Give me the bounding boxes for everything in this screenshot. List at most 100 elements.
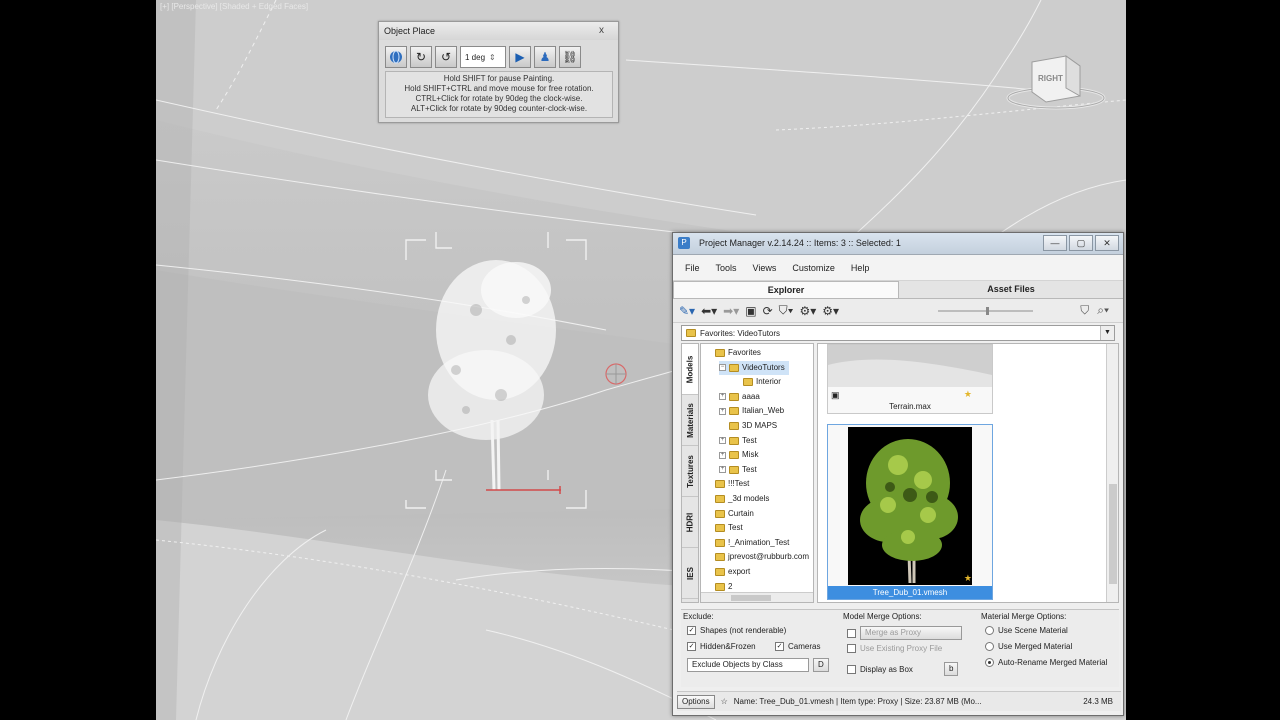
tree-item-label: 3D MAPS [742,421,778,430]
expand-icon[interactable]: + [719,393,726,401]
thumbnail-card-selected[interactable]: ★ Tree_Dub_01.vmesh [827,424,993,600]
pm-titlebar[interactable]: P Project Manager v.2.14.24 :: Items: 3 … [673,233,1123,255]
viewcube-face-label[interactable]: RIGHT [1038,74,1063,83]
tree-item[interactable]: export [705,565,750,579]
cameras-checkbox[interactable]: ✓ Cameras [775,642,820,651]
object-place-titlebar[interactable]: Object Place x [379,22,618,40]
person-icon[interactable]: ♟ [534,46,556,68]
tab-models[interactable]: Models [682,344,698,395]
globe-icon[interactable] [385,46,407,68]
menu-customize[interactable]: Customize [784,263,843,273]
tree-item[interactable]: + aaaa [719,390,760,404]
use-existing-proxy-checkbox[interactable]: Use Existing Proxy File [847,644,942,653]
tree-item[interactable]: 3D MAPS [719,419,777,433]
minimize-button[interactable]: — [1043,235,1067,251]
filter-icon[interactable]: ⛉▾ [779,303,794,318]
tree-thumbnail [848,427,972,585]
expand-icon[interactable]: + [719,466,726,474]
thumbnail-grid[interactable]: ▣ ★ Terrain.max ★ Tree_Dub_01.vmesh [817,343,1119,603]
menu-help[interactable]: Help [843,263,878,273]
auto-rename-material-radio[interactable]: Auto-Rename Merged Material [985,658,1107,667]
merge-as-proxy-checkbox[interactable]: Merge as Proxy [847,626,962,640]
back-icon[interactable]: ⬅▾ [701,304,717,318]
tree-item[interactable]: + Misk [719,448,758,462]
tree-item[interactable]: + Test [719,463,757,477]
expand-icon[interactable]: + [719,437,726,445]
thumbnail-caption: Tree_Dub_01.vmesh [828,586,992,599]
tree-item-label: VideoTutors [742,362,785,372]
settings-icon[interactable]: ⚙▾ [800,304,817,318]
use-scene-material-radio[interactable]: Use Scene Material [985,626,1068,635]
tab-textures[interactable]: Textures [682,446,698,497]
tree-item[interactable]: − VideoTutors [719,360,789,375]
tab-explorer[interactable]: Explorer [673,281,899,298]
chevron-down-icon[interactable]: ▼ [1100,326,1114,340]
path-combobox[interactable]: Favorites: VideoTutors ▼ [681,325,1115,341]
tree-item[interactable]: !!!Test [705,477,749,491]
tools-icon[interactable]: ⚙▾ [822,304,839,318]
object-place-title: Object Place [384,26,436,36]
rotate-ccw-icon[interactable]: ↺ [435,46,457,68]
thumbnail-card[interactable]: ▣ ★ Terrain.max [827,344,993,414]
star-icon[interactable]: ★ [964,573,972,584]
close-icon[interactable]: x [599,22,604,40]
close-button[interactable]: ✕ [1095,235,1119,251]
thumbnail-size-slider[interactable] [938,307,1033,315]
clear-filter-icon[interactable]: ⛉ [1080,303,1089,318]
tree-item[interactable]: Curtain [705,507,754,521]
hidden-frozen-checkbox[interactable]: ✓ Hidden&Frozen [687,642,756,651]
forward-icon[interactable]: ➡▾ [723,304,739,318]
search-icon[interactable]: ⌕▾ [1097,303,1109,318]
shapes-checkbox[interactable]: ✓ Shapes (not renderable) [687,626,786,635]
tree-item[interactable]: + Italian_Web [719,404,784,418]
maximize-button[interactable]: ▢ [1069,235,1093,251]
expand-icon[interactable]: + [719,451,726,459]
view-mode-icon[interactable]: ▣ [745,304,756,318]
expand-icon[interactable]: + [719,407,726,415]
tree-item[interactable]: Test [705,521,743,535]
app-logo-icon: P [678,237,690,249]
tree-item[interactable]: Interior [733,375,781,389]
tree-item[interactable]: _3d models [705,492,769,506]
play-icon[interactable]: ▶ [509,46,531,68]
menu-views[interactable]: Views [745,263,785,273]
folder-icon [715,568,725,576]
spinner-icon[interactable]: ⇕ [489,53,496,62]
rotation-step-input[interactable]: 1 deg ⇕ [460,46,506,68]
vertical-scrollbar[interactable] [1106,344,1118,602]
viewport-label[interactable]: [+] [Perspective] [Shaded + Edged Faces] [160,2,308,11]
tab-ies[interactable]: IES [682,548,698,599]
tree-item-label: Test [742,464,757,474]
d-button[interactable]: D [813,658,829,672]
use-merged-material-radio[interactable]: Use Merged Material [985,642,1072,651]
rotate-cw-icon[interactable]: ↻ [410,46,432,68]
tree-item[interactable]: Favorites [705,346,761,360]
help-line: Hold SHIFT for pause Painting. [443,74,555,83]
folder-icon [743,378,753,387]
tab-hdri[interactable]: HDRI [682,497,698,548]
tree-item[interactable]: jprevost@rubburb.com [705,550,809,564]
refresh-icon[interactable]: ⟳ [763,304,773,318]
options-button[interactable]: Options [677,694,715,709]
merge-options-panel: Exclude: ✓ Shapes (not renderable) ✓ Hidde… [681,609,1119,687]
brush-icon[interactable]: ✎▾ [679,304,695,318]
collapse-icon[interactable]: − [719,364,726,372]
menu-tools[interactable]: Tools [708,263,745,273]
tree-item[interactable]: + Test [719,434,757,448]
thumbnail-caption: Terrain.max [889,402,931,411]
display-as-box-checkbox[interactable]: Display as Box b [847,662,959,676]
star-outline-icon[interactable]: ☆ [721,697,728,706]
exclude-by-class-dropdown[interactable]: Exclude Objects by Class D [687,658,829,672]
link-icon[interactable]: ⛓ [559,46,581,68]
path-text: Favorites: VideoTutors [700,328,781,338]
folder-tree[interactable]: 2 export jprevost@rubburb.com !_Animation_T… [700,343,814,603]
menu-file[interactable]: File [677,263,708,273]
viewcube[interactable]: RIGHT [1004,52,1106,112]
b-button[interactable]: b [944,662,959,676]
tree-item[interactable]: !_Animation_Test [705,536,789,550]
tab-materials[interactable]: Materials [682,395,698,446]
star-icon[interactable]: ★ [964,389,972,400]
folder-icon [729,422,739,430]
horizontal-scrollbar[interactable] [701,592,813,602]
tab-asset-files[interactable]: Asset Files [899,281,1123,298]
